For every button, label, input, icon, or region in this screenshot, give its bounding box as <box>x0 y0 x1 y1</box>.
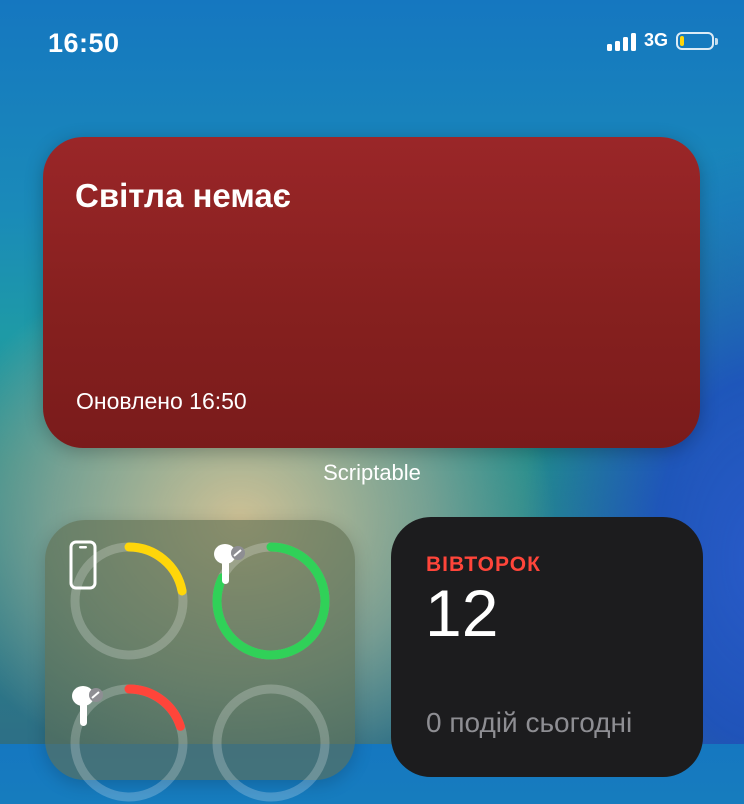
network-type: 3G <box>643 30 668 50</box>
power-status-title: Світла немає <box>75 177 291 214</box>
power-status-widget[interactable]: Світла немає Оновлено 16:50 <box>43 137 700 448</box>
power-status-updated: Оновлено 16:50 <box>76 388 247 414</box>
battery-ring-svg <box>212 684 330 802</box>
battery-ring-iphone <box>68 540 190 662</box>
status-indicators: 3G <box>606 30 718 51</box>
cellular-signal-icon <box>606 31 636 51</box>
airpod-icon <box>210 540 332 662</box>
calendar-weekday: ВІВТОРОК <box>426 553 541 576</box>
batteries-widget[interactable] <box>45 520 355 802</box>
widget-caption: Scriptable <box>323 460 421 485</box>
iphone-icon <box>68 540 190 662</box>
battery-ring-airpod-right <box>68 682 190 804</box>
calendar-events-summary: 0 подій сьогодні <box>426 707 633 738</box>
airpod-icon <box>68 682 190 804</box>
status-time: 16:50 <box>48 28 120 58</box>
battery-level-fill <box>680 35 684 46</box>
calendar-date: 12 <box>425 576 499 650</box>
battery-ring-airpod-left <box>210 540 332 662</box>
battery-icon <box>676 31 718 50</box>
battery-ring-empty <box>210 682 332 804</box>
calendar-widget[interactable]: ВІВТОРОК 12 0 подій сьогодні <box>391 517 703 777</box>
